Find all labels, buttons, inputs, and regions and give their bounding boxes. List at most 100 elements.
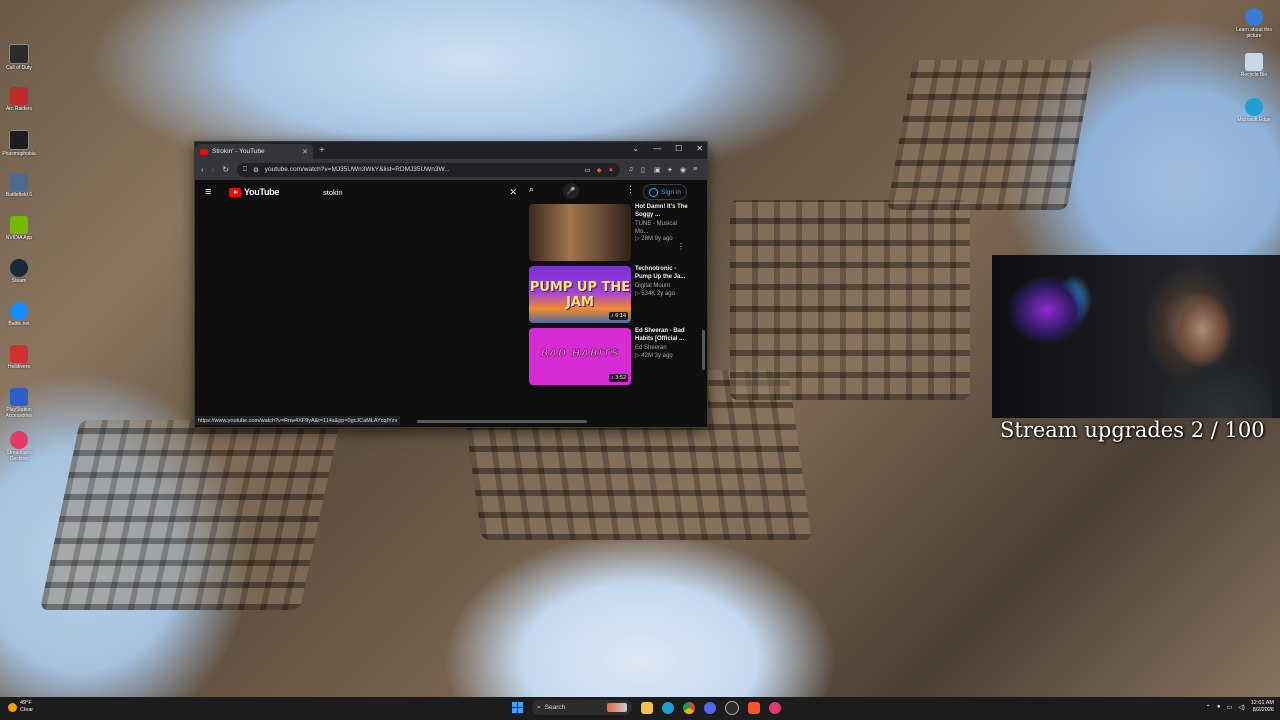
obs-icon[interactable] (725, 700, 739, 715)
playlist-item[interactable]: Hot Damn! It's The Soggy ... TUNE - Musi… (529, 204, 691, 266)
search-input[interactable]: stokin ✕ (323, 184, 523, 200)
address-bar[interactable]: ⎕ ⚙ youtube.com/watch?v=MJ35UWn3WkY&list… (237, 162, 620, 177)
edge-icon[interactable] (662, 701, 674, 714)
leo-icon[interactable]: ✦ (667, 166, 675, 174)
media-icon[interactable]: ♫ (628, 166, 636, 174)
menu-icon[interactable]: ≡ (693, 166, 701, 174)
sidebar-icon[interactable]: ▯ (641, 166, 649, 174)
desktop-icon[interactable]: Steam (2, 255, 36, 298)
playstation-icon (10, 388, 28, 406)
youtube-logo[interactable]: YouTube (229, 187, 279, 197)
window-controls: ⌄ — ☐ ✕ (632, 144, 703, 153)
battlenet-icon (10, 302, 28, 320)
taskbar: 49°F Clear ⌕ Search ⌃ ● ▭ ◁) 12:01 AM 8/… (0, 697, 1280, 720)
desktop-icon[interactable]: PlayStation Accessories (2, 384, 36, 427)
status-bar-url: https://www.youtube.com/watch?v=Rnw4XF9y… (195, 416, 401, 425)
video-title[interactable]: Technotronic - Pump Up the Ja... (635, 266, 691, 281)
brave-shield-icon[interactable]: ◆ (597, 166, 602, 174)
minimize-icon[interactable]: — (653, 144, 661, 153)
discord-icon[interactable] (704, 701, 716, 714)
forward-icon[interactable]: › (212, 165, 215, 174)
video-stats: ▷ 42M 3y ago (635, 352, 673, 359)
site-info-icon[interactable]: ⚙ (253, 166, 259, 174)
horizontal-scrollbar[interactable] (417, 420, 587, 423)
microphone-icon[interactable]: ● (1217, 704, 1221, 710)
tab-search-icon[interactable]: ⌄ (632, 144, 639, 153)
streamer-figure (1162, 285, 1272, 418)
search-query[interactable]: stokin (323, 188, 509, 197)
sign-in-button[interactable]: Sign in (643, 184, 687, 200)
streamlabs-icon[interactable] (769, 701, 781, 714)
address-url[interactable]: youtube.com/watch?v=MJ35UWn3WkY&list=RDM… (265, 166, 579, 173)
start-icon[interactable] (512, 702, 523, 713)
video-thumbnail[interactable]: PUMP UP THE JAM ♪ 6:14 (529, 266, 631, 323)
channel-name: Digital Mount (635, 283, 671, 289)
edge-icon (1245, 98, 1263, 116)
desktop-icon[interactable]: Battle.net (2, 298, 36, 341)
more-options-icon[interactable]: ⋮ (677, 242, 685, 251)
stream-caption: Stream upgrades 2 / 100 (1000, 418, 1265, 442)
desktop-icon[interactable]: Streamlabs Desktop (2, 427, 36, 470)
game-icon (10, 345, 28, 363)
close-tab-icon[interactable]: ✕ (302, 148, 308, 156)
desktop-icon[interactable]: Microsoft Edge (1234, 94, 1274, 139)
chrome-icon[interactable] (683, 701, 695, 714)
settings-kebab-icon[interactable]: ⋮ (626, 184, 635, 195)
browser-toolbar: ‹ › ↻ ⎕ ⚙ youtube.com/watch?v=MJ35UWn3Wk… (195, 159, 707, 180)
desktop-icon[interactable]: Call of Duty (2, 40, 36, 83)
brave-rewards-icon[interactable]: ▲ (608, 166, 614, 173)
desktop-icons-left: Call of Duty Arc Raiders Phasmophobia Ba… (2, 40, 36, 470)
video-thumbnail[interactable] (529, 204, 631, 261)
vertical-scrollbar[interactable] (702, 330, 705, 370)
browser-window[interactable]: Strokin' - YouTube ✕ + ⌄ — ☐ ✕ ‹ › ↻ ⎕ ⚙… (194, 141, 708, 428)
browser-tab[interactable]: Strokin' - YouTube ✕ (195, 144, 313, 159)
weather-desc: Clear (20, 707, 34, 713)
taskbar-search[interactable]: ⌕ Search (532, 700, 632, 715)
desktop-icon[interactable]: Recycle Bin (1234, 49, 1274, 94)
extension-icon[interactable]: ▣ (654, 166, 662, 174)
video-title[interactable]: Ed Sheeran - Bad Habits [Official ... (635, 328, 691, 343)
vpn-icon[interactable]: ◉ (680, 166, 688, 174)
tab-strip: Strokin' - YouTube ✕ + ⌄ — ☐ ✕ (195, 142, 707, 159)
tray-overflow-icon[interactable]: ⌃ (1206, 704, 1211, 711)
desktop-icon[interactable]: Arc Raiders (2, 83, 36, 126)
video-title[interactable]: Hot Damn! It's The Soggy ... (635, 204, 691, 219)
taskbar-apps: ⌕ Search (512, 700, 781, 715)
network-icon[interactable]: ▭ (1226, 704, 1232, 711)
wallpaper-coffers-left (39, 420, 341, 610)
desktop-icons-right: Learn about this picture Recycle Bin Mic… (1234, 4, 1274, 139)
clear-search-icon[interactable]: ✕ (509, 187, 517, 198)
playlist-item[interactable]: BAD HABITS ♪ 3:52 Ed Sheeran - Bad Habit… (529, 328, 691, 390)
cast-icon[interactable]: ▭ (584, 166, 590, 174)
weather-widget[interactable]: 49°F Clear (8, 700, 33, 714)
steam-icon (10, 259, 28, 277)
reload-icon[interactable]: ↻ (222, 165, 229, 174)
back-icon[interactable]: ‹ (201, 165, 204, 174)
taskbar-search-label: Search (544, 704, 566, 711)
desktop-icon[interactable]: Learn about this picture (1234, 4, 1274, 49)
desktop-icon[interactable]: Phasmophobia (2, 126, 36, 169)
clock[interactable]: 12:01 AM 8/2/2026 (1251, 700, 1274, 714)
recycle-bin-icon (1245, 53, 1263, 71)
close-window-icon[interactable]: ✕ (696, 144, 703, 153)
thumbnail-text: BAD HABITS (540, 348, 620, 360)
desktop-icon[interactable]: NVIDIA App (2, 212, 36, 255)
playlist-item[interactable]: PUMP UP THE JAM ♪ 6:14 Technotronic - Pu… (529, 266, 691, 328)
voice-search-icon[interactable]: 🎤 (563, 183, 579, 199)
file-explorer-icon[interactable] (641, 701, 653, 714)
volume-icon[interactable]: ◁) (1238, 704, 1245, 711)
desktop-icon[interactable]: Battlefield 6 (2, 169, 36, 212)
bookmark-icon[interactable]: ⎕ (243, 166, 247, 174)
new-tab-icon[interactable]: + (319, 145, 325, 156)
youtube-logo-text: YouTube (244, 187, 280, 197)
duration-badge: ♪ 6:14 (609, 312, 628, 320)
search-icon[interactable]: ⌕ (529, 184, 534, 195)
hamburger-menu-icon[interactable]: ≡ (205, 186, 225, 198)
maximize-icon[interactable]: ☐ (675, 144, 682, 153)
video-thumbnail[interactable]: BAD HABITS ♪ 3:52 (529, 328, 631, 385)
brave-icon[interactable] (748, 701, 760, 714)
phasmophobia-icon (9, 130, 29, 150)
desktop-icon[interactable]: Helldivers (2, 341, 36, 384)
cod-icon (9, 44, 29, 64)
thumbnail-text: PUMP UP THE JAM (529, 280, 631, 310)
